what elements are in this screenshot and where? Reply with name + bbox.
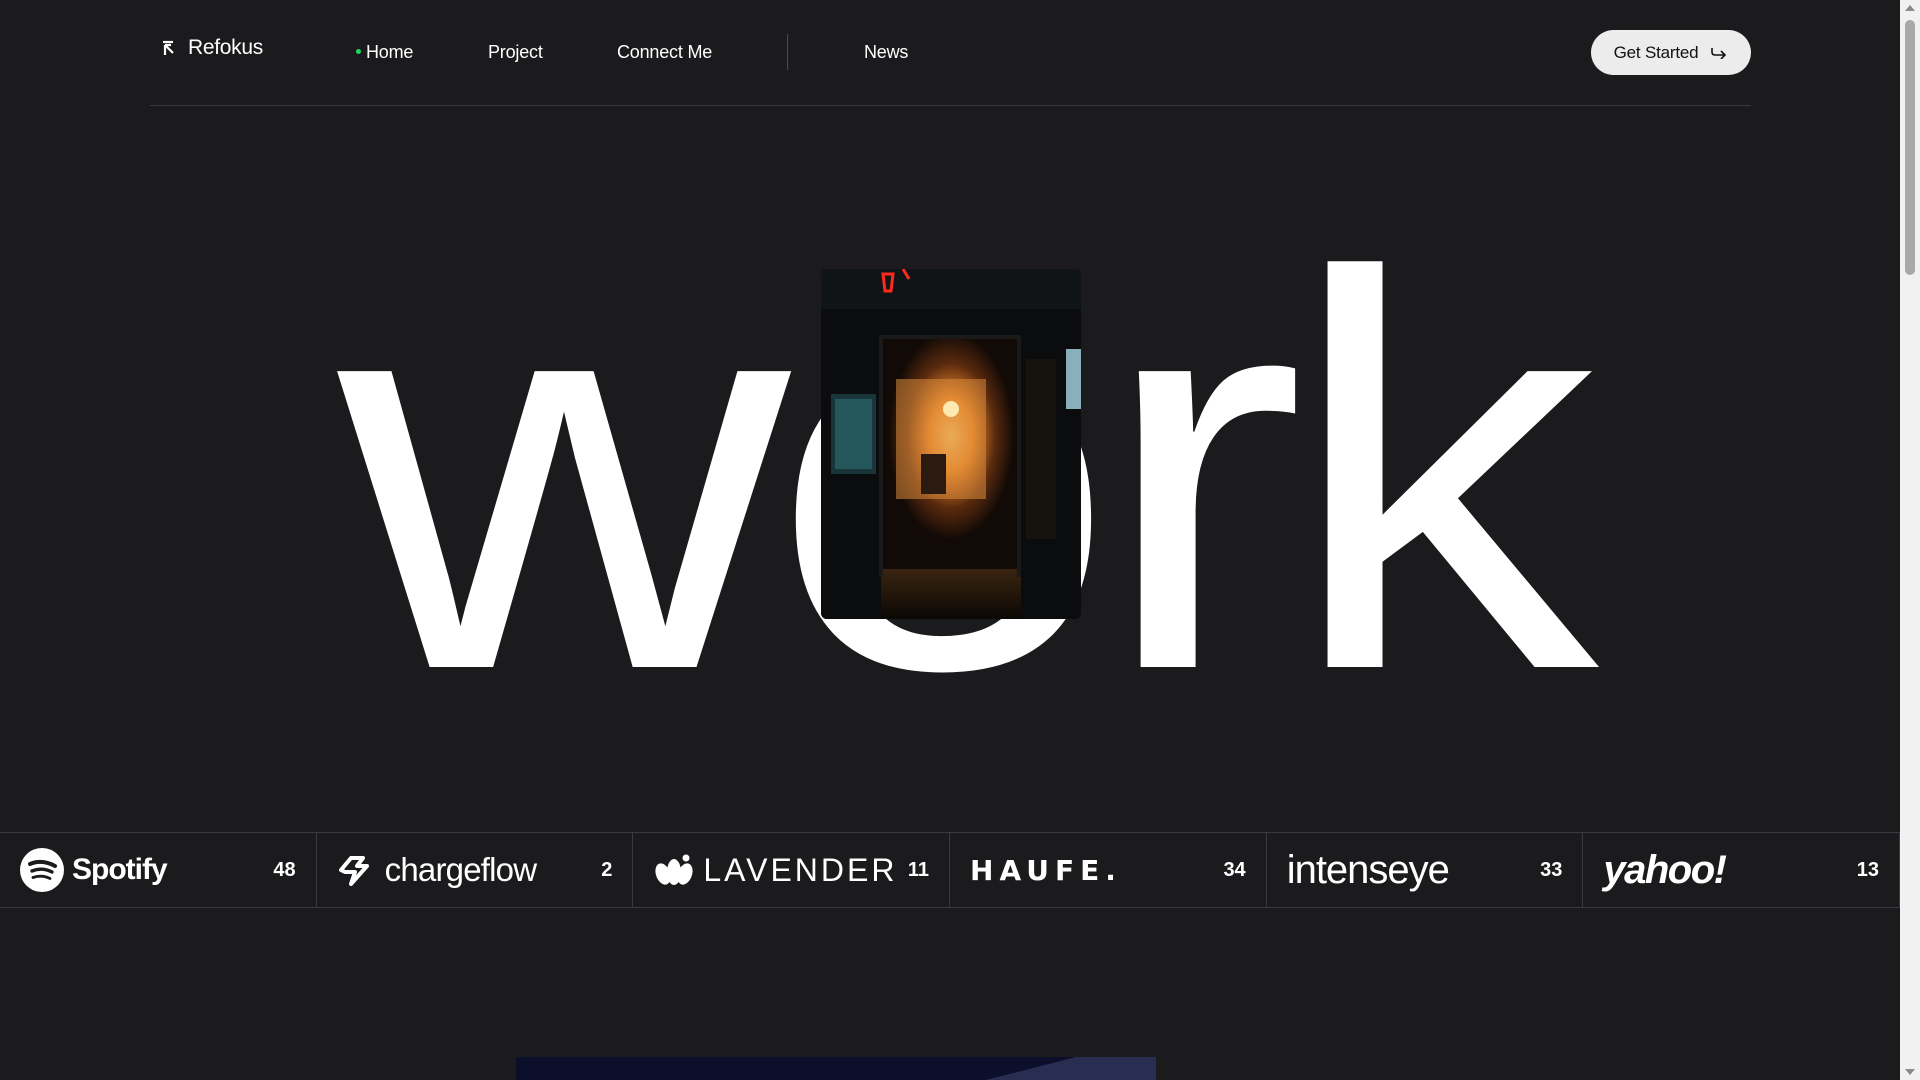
- brand-logo[interactable]: Refokus: [160, 36, 263, 60]
- refokus-arrow-icon: [163, 40, 174, 55]
- preview-image: [516, 1057, 1156, 1080]
- chargeflow-logo-text: chargeflow: [384, 851, 537, 888]
- logo-cell-chargeflow[interactable]: chargeflow 2: [317, 833, 634, 907]
- logo-cell-lavender[interactable]: LAVENDER 11: [633, 833, 951, 907]
- haufe-logo-text: HAUFE.: [970, 853, 1122, 887]
- nav-connect-me[interactable]: Connect Me: [617, 42, 712, 63]
- client-logos-strip: Spotify 48 chargeflow 2 LAVENDER 11 HAUF…: [0, 832, 1901, 908]
- page-scrollbar[interactable]: [1900, 0, 1920, 1080]
- scroll-up-arrow-icon[interactable]: [1905, 5, 1915, 11]
- logo-count: 2: [601, 858, 613, 881]
- hero-photo: [821, 269, 1081, 619]
- spotify-icon: [20, 848, 64, 892]
- next-section-preview: [516, 1057, 1156, 1080]
- scroll-thumb[interactable]: [1905, 20, 1915, 275]
- header-divider: [150, 105, 1751, 106]
- logo-cell-spotify[interactable]: Spotify 48: [0, 833, 317, 907]
- logo-count: 34: [1223, 858, 1246, 881]
- logo-cell-yahoo[interactable]: yahoo! 13: [1583, 833, 1901, 907]
- logo-count: 13: [1856, 858, 1880, 881]
- lavender-logo-text: LAVENDER: [703, 851, 898, 888]
- brand-name: Refokus: [188, 36, 263, 59]
- active-dot-icon: [356, 48, 361, 54]
- get-started-label: Get Started: [1613, 42, 1699, 62]
- nav-divider: [787, 34, 788, 70]
- spotify-logo-text: Spotify: [72, 853, 168, 886]
- doorway-image: [821, 269, 1081, 619]
- scroll-down-arrow-icon[interactable]: [1905, 1069, 1915, 1075]
- arrow-hook-right-icon: [1711, 47, 1727, 59]
- nav-project[interactable]: Project: [488, 42, 543, 63]
- nav-home-label: Home: [366, 42, 414, 62]
- logo-count: 48: [273, 858, 296, 881]
- intenseye-logo-text: intenseye: [1286, 847, 1450, 892]
- nav-news[interactable]: News: [864, 42, 908, 63]
- yahoo-logo-text: yahoo!: [1603, 847, 1727, 892]
- nav-home[interactable]: Home: [356, 42, 413, 63]
- logo-cell-intenseye[interactable]: intenseye 33: [1267, 833, 1584, 907]
- logo-count: 11: [907, 858, 930, 881]
- get-started-button[interactable]: Get Started: [1591, 30, 1751, 75]
- logo-cell-haufe[interactable]: HAUFE. 34: [950, 833, 1267, 907]
- logo-count: 33: [1540, 858, 1563, 881]
- lavender-flower-icon: [655, 854, 693, 885]
- chargeflow-icon: [338, 856, 369, 886]
